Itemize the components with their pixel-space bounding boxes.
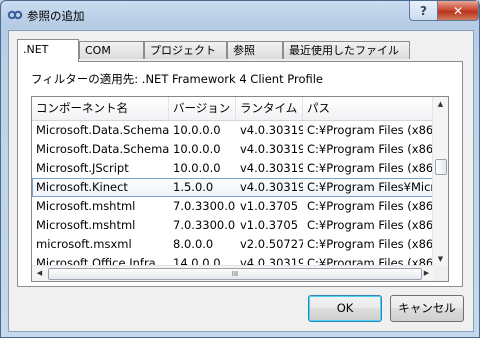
list-row[interactable]: Microsoft.JScript 10.0.0.0 v4.0.30319 C:¥Pr… — [32, 159, 434, 178]
path-cell: C:¥Program Files (x86... — [307, 218, 434, 232]
scroll-up-arrow-icon[interactable]: ▲ — [433, 97, 448, 112]
reference-link-icon — [7, 10, 23, 20]
vertical-scroll-thumb[interactable] — [435, 159, 447, 175]
list-header: コンポーネント名 バージョン ランタイム パス — [32, 97, 434, 121]
path-cell: C:¥Program Files (x86... — [307, 237, 434, 251]
column-header-component-name[interactable]: コンポーネント名 — [32, 97, 169, 120]
list-row[interactable]: Microsoft.mshtml 7.0.3300.0 v1.0.3705 C:¥Pr… — [32, 216, 434, 235]
list-row[interactable]: Microsoft.Data.Schema... 10.0.0.0 v4.0.303… — [32, 140, 434, 159]
path-cell: C:¥Program Files (x86... — [307, 161, 434, 175]
runtime-cell: v4.0.30319 — [240, 123, 303, 137]
title-bar[interactable]: 参照の追加 ? ✕ — [1, 1, 479, 29]
horizontal-scroll-thumb[interactable]: III — [48, 268, 422, 280]
component-name-cell: microsoft.msxml — [36, 237, 132, 251]
list-row[interactable]: Microsoft.mshtml 7.0.3300.0 v1.0.3705 C:¥Pr… — [32, 197, 434, 216]
runtime-cell: v4.0.30319 — [240, 142, 303, 156]
column-header-runtime[interactable]: ランタイム — [236, 97, 303, 120]
version-cell: 7.0.3300.0 — [173, 218, 236, 232]
component-name-cell: Microsoft.Data.Schema... — [36, 123, 169, 137]
column-header-path[interactable]: パス — [303, 97, 434, 120]
vertical-scrollbar[interactable]: ▲ ▼ — [432, 97, 448, 267]
runtime-cell: v1.0.3705 — [240, 199, 299, 213]
tab-recent[interactable]: 最近使用したファイル — [283, 41, 410, 59]
version-cell: 7.0.3300.0 — [173, 199, 236, 213]
runtime-cell: v2.0.50727 — [240, 237, 303, 251]
list-row[interactable]: Microsoft.Data.Schema... 10.0.0.0 v4.0.303… — [32, 121, 434, 140]
runtime-cell: v4.0.30319 — [240, 161, 303, 175]
window-title: 参照の追加 — [27, 9, 85, 23]
tab-com[interactable]: COM — [79, 41, 144, 59]
tab-dotnet[interactable]: .NET — [17, 39, 79, 62]
version-cell: 1.5.0.0 — [173, 180, 214, 194]
component-name-cell: Microsoft.mshtml — [36, 199, 136, 213]
path-cell: C:¥Program Files (x86... — [307, 142, 434, 156]
component-name-cell: Microsoft.JScript — [36, 161, 129, 175]
runtime-cell: v1.0.3705 — [240, 218, 299, 232]
path-cell: C:¥Program Files (x86... — [307, 123, 434, 137]
tab-browse[interactable]: 参照 — [227, 41, 283, 59]
version-cell: 8.0.0.0 — [173, 237, 214, 251]
dialog-client-area: .NET COM プロジェクト 参照 最近使用したファイル フィルターの適用先:… — [8, 30, 474, 332]
component-name-cell: Microsoft.Kinect — [36, 180, 128, 194]
tab-panel-dotnet: フィルターの適用先: .NET Framework 4 Client Profi… — [17, 61, 463, 287]
component-list[interactable]: コンポーネント名 バージョン ランタイム パス Microsoft.Data.S… — [31, 96, 449, 282]
column-header-version[interactable]: バージョン — [169, 97, 236, 120]
list-body: Microsoft.Data.Schema... 10.0.0.0 v4.0.303… — [32, 121, 434, 267]
horizontal-scrollbar[interactable]: ◀ III ▶ — [32, 265, 434, 281]
runtime-cell: v4.0.30319 — [240, 180, 303, 194]
list-row[interactable]: microsoft.msxml 8.0.0.0 v2.0.50727 C:¥Progr… — [32, 235, 434, 254]
scroll-down-arrow-icon[interactable]: ▼ — [433, 252, 448, 267]
version-cell: 10.0.0.0 — [173, 142, 221, 156]
version-cell: 10.0.0.0 — [173, 161, 221, 175]
filter-label: フィルターの適用先: .NET Framework 4 Client Profi… — [31, 72, 323, 86]
scrollbar-corner — [433, 266, 448, 281]
close-button[interactable]: ✕ — [437, 1, 479, 21]
path-cell: C:¥Program Files (x86... — [307, 199, 434, 213]
help-button[interactable]: ? — [409, 1, 438, 21]
ok-button[interactable]: OK — [308, 295, 382, 322]
version-cell: 10.0.0.0 — [173, 123, 221, 137]
add-reference-dialog: 参照の追加 ? ✕ .NET COM プロジェクト 参照 最近使用したファイル … — [0, 0, 480, 338]
path-cell: C:¥Program Files¥Micr... — [307, 180, 434, 194]
list-row[interactable]: Microsoft.Kinect 1.5.0.0 v4.0.30319 C:¥Prog… — [32, 178, 434, 197]
component-name-cell: Microsoft.mshtml — [36, 218, 136, 232]
tab-project[interactable]: プロジェクト — [144, 41, 227, 59]
scroll-right-arrow-icon[interactable]: ▶ — [419, 266, 434, 281]
cancel-button[interactable]: キャンセル — [390, 295, 464, 322]
component-name-cell: Microsoft.Data.Schema... — [36, 142, 169, 156]
scroll-left-arrow-icon[interactable]: ◀ — [32, 266, 47, 281]
